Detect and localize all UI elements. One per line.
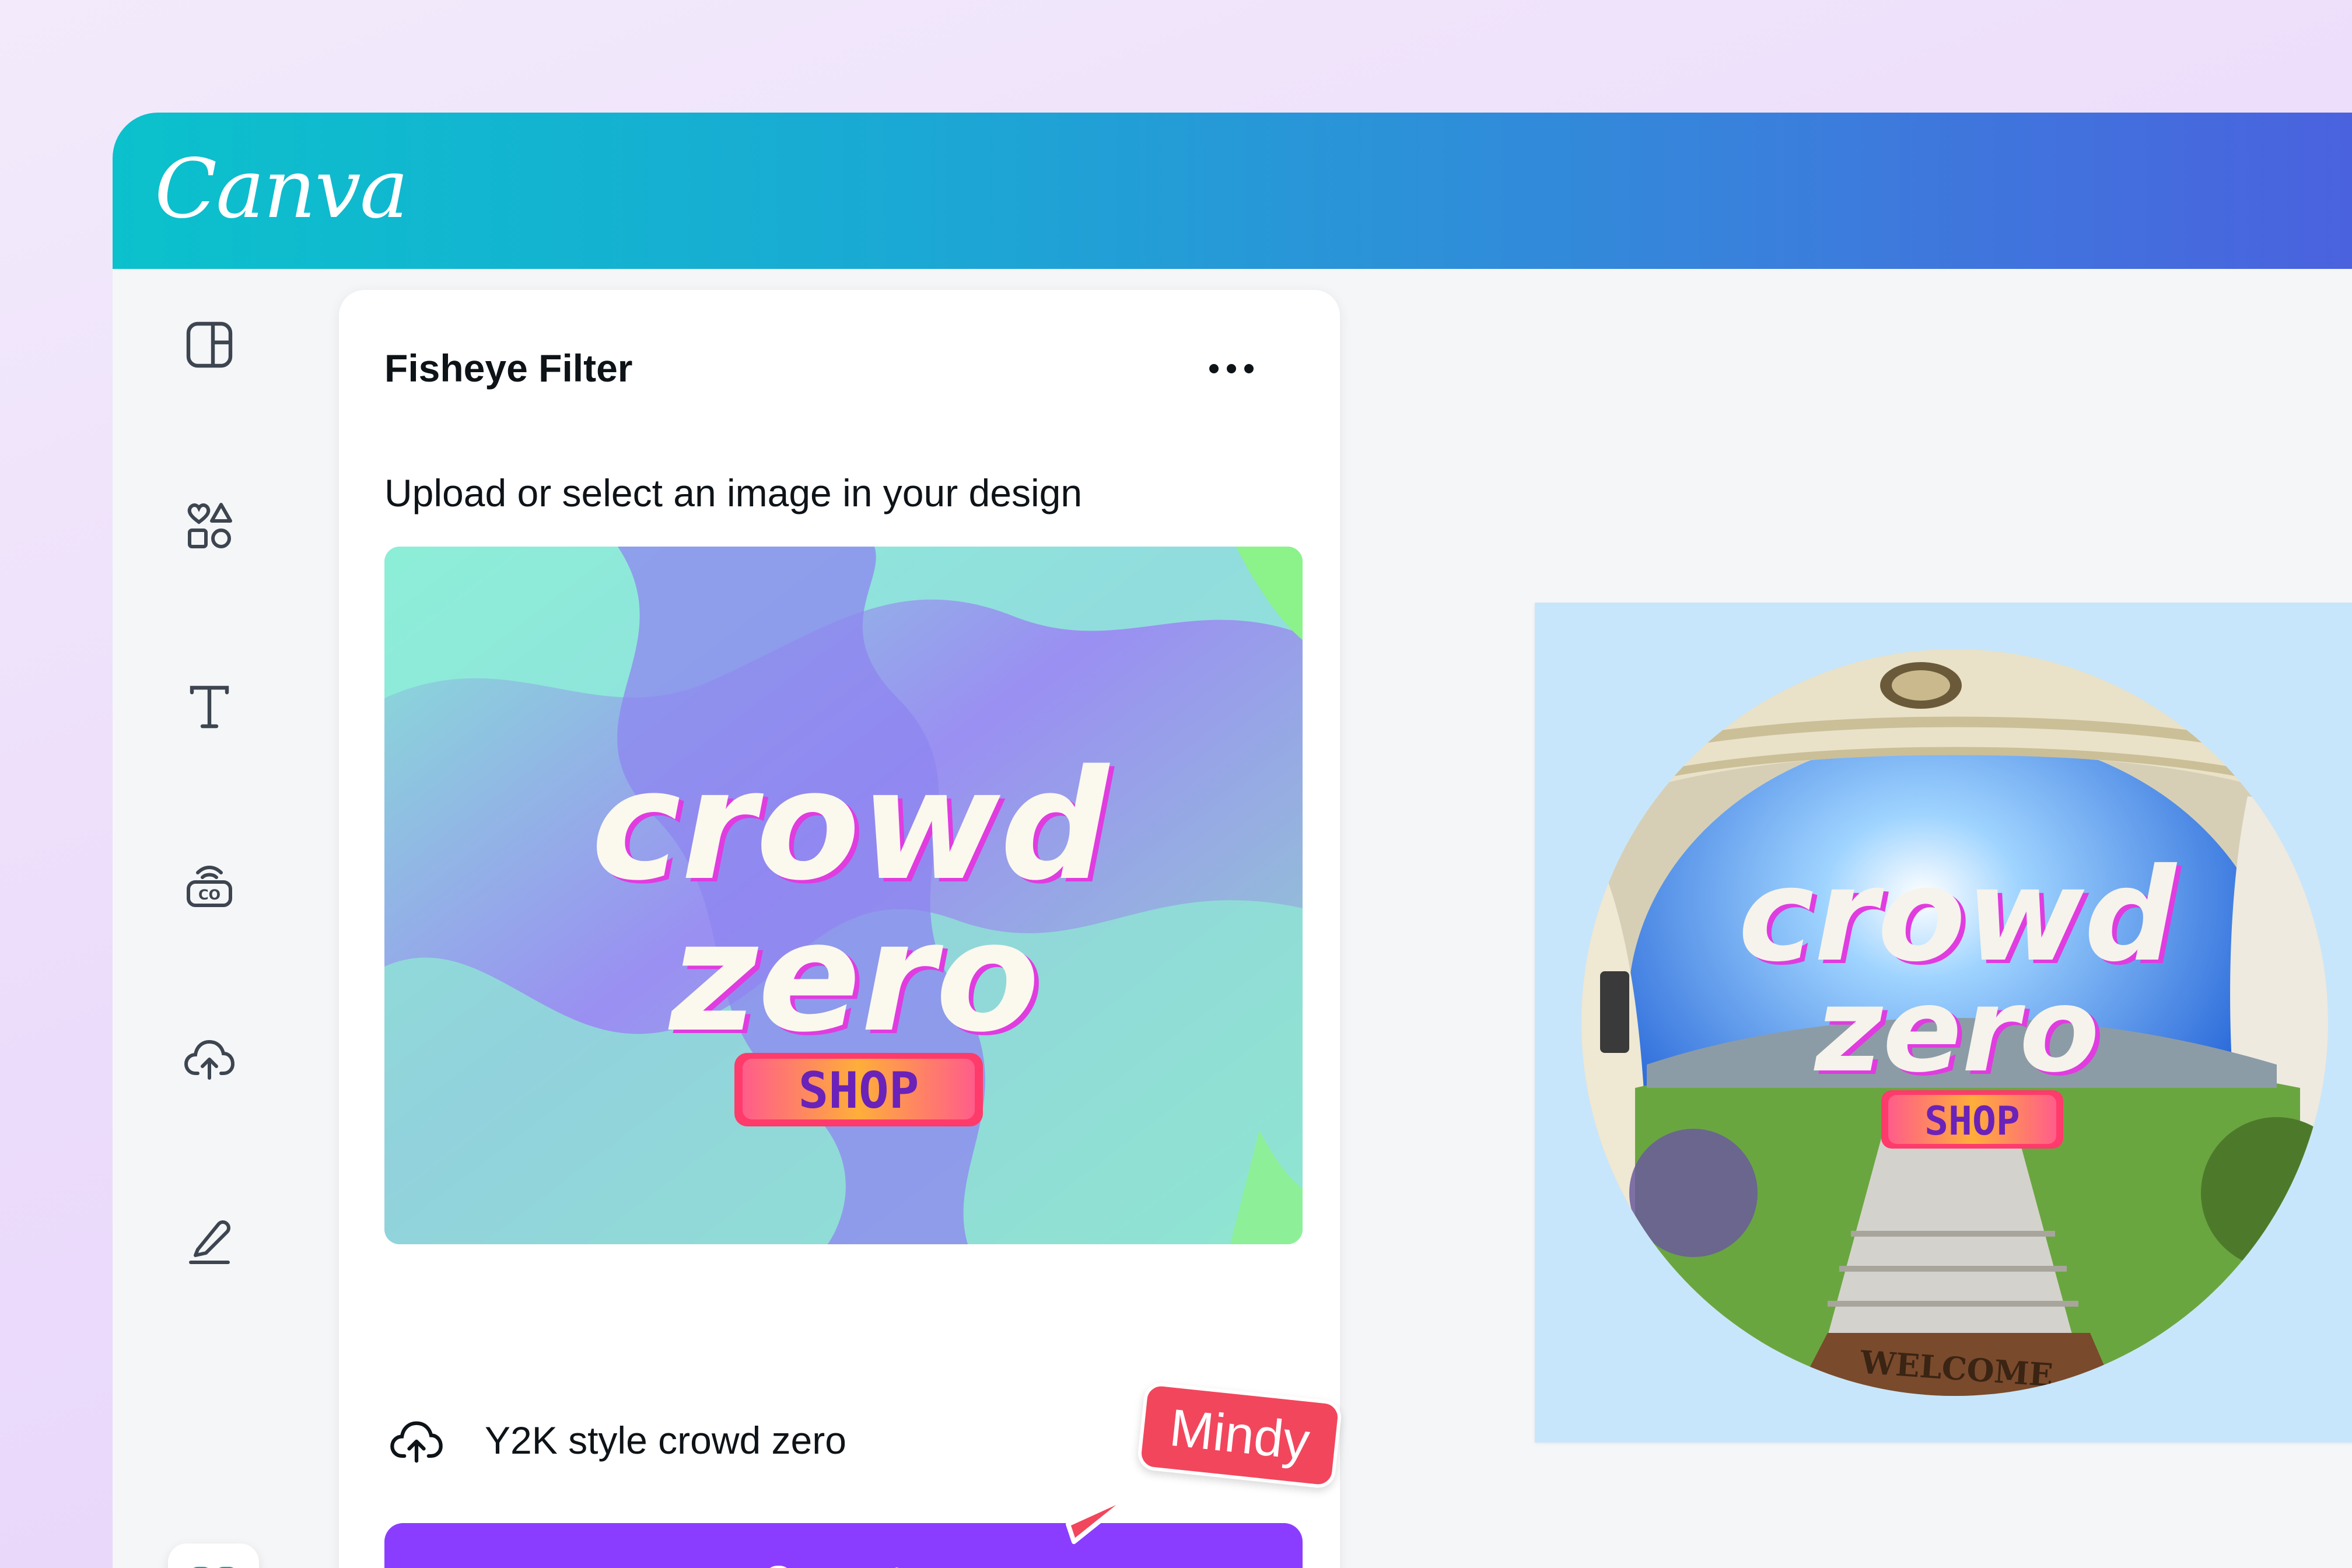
rail-item-draw[interactable] <box>180 1211 239 1269</box>
cloud-upload-icon <box>184 1040 235 1080</box>
rail-item-apps[interactable] <box>168 1544 259 1568</box>
rail-item-elements[interactable] <box>180 496 239 555</box>
canva-logo[interactable]: Canva <box>155 137 408 242</box>
brand-kit-icon: CO <box>187 866 232 907</box>
more-dot <box>1227 364 1236 373</box>
fisheye-app-panel: Fisheye Filter Upload or select an image… <box>339 290 1340 1568</box>
file-name: Y2K style crowd zero <box>485 1419 846 1462</box>
pen-icon <box>189 1220 230 1264</box>
selected-image-preview[interactable]: crowd crowd zero zero SHOP <box>384 547 1303 1244</box>
more-options-button[interactable] <box>1196 348 1266 389</box>
app-window: Canva CO Fisheye Filter Upload or select… <box>113 113 2352 1568</box>
cloud-upload-icon[interactable] <box>384 1412 449 1471</box>
shapes-icon <box>187 503 232 548</box>
preview-line2: zero <box>667 890 1040 1066</box>
panel-subtitle: Upload or select an image in your design <box>384 471 1083 514</box>
y2k-artwork: crowd crowd zero zero SHOP <box>384 547 1303 1244</box>
generate-button[interactable]: Generate <box>384 1523 1303 1568</box>
svg-text:CO: CO <box>198 887 220 903</box>
rail-item-uploads[interactable] <box>180 1030 239 1088</box>
layout-icon <box>186 321 233 368</box>
rail-item-design[interactable] <box>180 316 239 374</box>
more-dots-icon <box>1209 364 1219 373</box>
preview-line1: crowd <box>591 738 1111 914</box>
apps-add-icon <box>194 1567 233 1568</box>
fisheye-result-image[interactable]: WELCOME crowd crowd zero zero SHOP <box>1577 645 2333 1401</box>
preview-badge: SHOP <box>798 1062 919 1120</box>
result-badge: SHOP <box>1924 1098 2020 1144</box>
result-line2: zero <box>1814 963 2099 1098</box>
text-icon <box>190 685 229 729</box>
design-canvas[interactable]: WELCOME crowd crowd zero zero SHOP <box>1535 603 2352 1443</box>
top-bar: Canva <box>113 113 2352 269</box>
rail-item-text[interactable] <box>180 677 239 736</box>
side-rail: CO <box>113 269 323 1568</box>
panel-title: Fisheye Filter <box>384 346 633 390</box>
collaborator-cursor-icon <box>1066 1493 1135 1544</box>
more-dot <box>1244 364 1254 373</box>
rail-item-brand[interactable]: CO <box>180 855 239 914</box>
